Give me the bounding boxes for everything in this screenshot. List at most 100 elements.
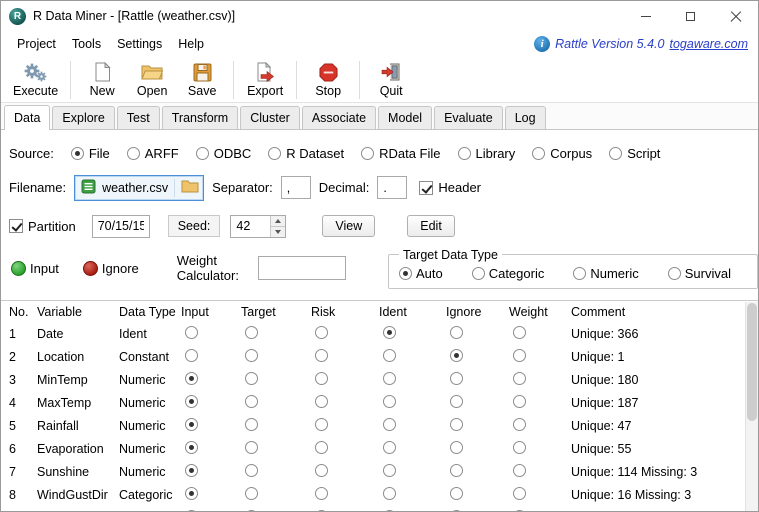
new-button[interactable]: New [77,58,127,101]
open-button[interactable]: Open [127,58,177,101]
role-radio-target[interactable] [245,325,258,339]
role-radio-weight[interactable] [513,348,526,362]
partition-checkbox-option[interactable]: Partition [9,219,76,234]
role-radio-target[interactable] [245,440,258,454]
source-option-file[interactable]: File [70,146,110,161]
filename-chooser[interactable]: weather.csv [74,174,205,201]
role-radio-weight[interactable] [513,463,526,477]
menu-settings[interactable]: Settings [109,34,170,54]
stop-button[interactable]: Stop [303,58,353,101]
export-button[interactable]: Export [240,58,290,101]
edit-button[interactable]: Edit [407,215,455,237]
spin-up-icon[interactable] [271,215,286,226]
role-radio-weight[interactable] [513,371,526,385]
menu-project[interactable]: Project [9,34,64,54]
partition-input[interactable] [91,214,150,238]
tab-log[interactable]: Log [504,106,546,129]
save-button[interactable]: Save [177,58,227,101]
maximize-button[interactable] [668,1,713,31]
execute-button[interactable]: Execute [7,58,64,101]
source-option-library[interactable]: Library [457,146,515,161]
role-radio-weight[interactable] [513,325,526,339]
close-button[interactable] [713,1,758,31]
role-radio-ident[interactable] [383,394,396,408]
role-radio-target[interactable] [245,463,258,477]
role-radio-risk[interactable] [315,463,328,477]
role-radio-target[interactable] [245,371,258,385]
col-header-risk[interactable]: Risk [303,305,371,319]
col-header-input[interactable]: Input [173,305,233,319]
col-header-variable[interactable]: Variable [29,305,111,319]
source-option-corpus[interactable]: Corpus [532,146,592,161]
role-radio-ignore[interactable] [450,463,463,477]
col-header-weight[interactable]: Weight [501,305,563,319]
view-button[interactable]: View [322,215,376,237]
role-radio-weight[interactable] [513,486,526,500]
source-option-odbc[interactable]: ODBC [195,146,251,161]
vertical-scrollbar[interactable] [745,302,758,511]
source-option-rdataset[interactable]: R Dataset [268,146,344,161]
role-radio-ignore[interactable] [450,394,463,408]
role-radio-target[interactable] [245,394,258,408]
menu-tools[interactable]: Tools [64,34,109,54]
decimal-input[interactable] [377,176,408,199]
role-radio-input[interactable] [185,348,198,362]
role-radio-input[interactable] [185,371,198,385]
togaware-link[interactable]: togaware.com [669,37,748,51]
folder-icon[interactable] [181,179,199,196]
spin-down-icon[interactable] [271,225,286,237]
seed-spinner[interactable] [230,214,287,238]
role-radio-risk[interactable] [315,348,328,362]
minimize-button[interactable] [623,1,668,31]
role-radio-weight[interactable] [513,440,526,454]
role-radio-target[interactable] [245,348,258,362]
quit-button[interactable]: Quit [366,58,416,101]
role-radio-target[interactable] [245,486,258,500]
source-option-rdatafile[interactable]: RData File [361,146,441,161]
role-radio-input[interactable] [185,325,198,339]
tab-test[interactable]: Test [116,106,160,129]
tdt-option-categoric[interactable]: Categoric [471,266,544,281]
role-radio-input[interactable] [185,394,198,408]
role-radio-ident[interactable] [383,417,396,431]
role-radio-ignore[interactable] [450,440,463,454]
col-header-datatype[interactable]: Data Type [111,305,176,319]
tab-evaluate[interactable]: Evaluate [434,106,503,129]
tab-cluster[interactable]: Cluster [240,106,300,129]
role-radio-ident[interactable] [383,371,396,385]
header-checkbox-option[interactable]: Header [419,180,481,195]
scrollbar-thumb[interactable] [747,303,757,421]
role-radio-risk[interactable] [315,371,328,385]
tdt-option-survival[interactable]: Survival [667,266,731,281]
col-header-no[interactable]: No. [1,305,29,319]
role-radio-weight[interactable] [513,394,526,408]
role-radio-input[interactable] [185,440,198,454]
role-radio-ignore[interactable] [450,417,463,431]
seed-input[interactable] [231,215,271,237]
role-radio-ident[interactable] [383,463,396,477]
role-radio-risk[interactable] [315,394,328,408]
role-radio-risk[interactable] [315,417,328,431]
role-radio-ignore[interactable] [450,371,463,385]
role-radio-weight[interactable] [513,417,526,431]
role-radio-ident[interactable] [383,325,396,339]
weight-calculator-input[interactable] [257,256,346,280]
role-radio-target[interactable] [245,417,258,431]
col-header-target[interactable]: Target [233,305,303,319]
source-option-script[interactable]: Script [609,146,660,161]
role-radio-risk[interactable] [315,325,328,339]
tab-explore[interactable]: Explore [52,106,115,129]
role-radio-ident[interactable] [383,440,396,454]
source-option-arff[interactable]: ARFF [126,146,179,161]
role-radio-ident[interactable] [383,486,396,500]
col-header-comment[interactable]: Comment [563,305,745,319]
role-radio-ignore[interactable] [450,486,463,500]
role-radio-risk[interactable] [315,486,328,500]
role-radio-ignore[interactable] [450,348,463,362]
col-header-ident[interactable]: Ident [371,305,438,319]
tab-data[interactable]: Data [4,105,51,130]
menu-help[interactable]: Help [170,34,212,54]
role-radio-ident[interactable] [383,348,396,362]
tab-associate[interactable]: Associate [301,106,377,129]
role-radio-ignore[interactable] [450,325,463,339]
